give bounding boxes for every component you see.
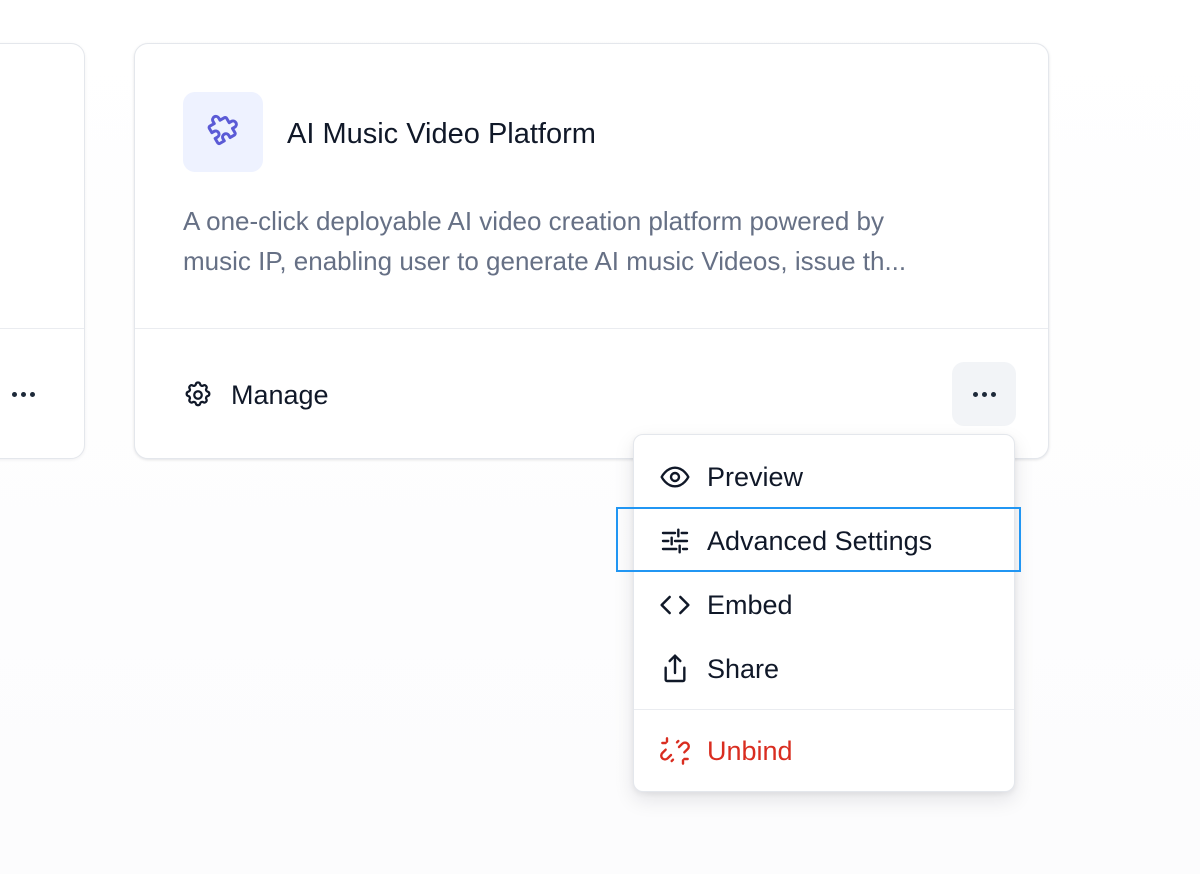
- more-dot: [990, 391, 996, 397]
- menu-item-preview[interactable]: Preview: [634, 445, 1014, 509]
- menu-item-label: Advanced Settings: [707, 525, 933, 556]
- menu-item-label: Preview: [707, 461, 804, 492]
- menu-item-label: Share: [707, 653, 780, 684]
- previous-app-card: [0, 43, 85, 459]
- eye-icon: [658, 460, 692, 494]
- menu-item-share[interactable]: Share: [634, 637, 1014, 701]
- more-options-button[interactable]: [3, 382, 43, 406]
- app-card: AI Music Video Platform A one-click depl…: [134, 43, 1049, 459]
- app-icon: [183, 92, 263, 172]
- manage-label: Manage: [231, 379, 329, 410]
- more-horizontal-icon: [11, 391, 17, 397]
- share-icon: [658, 652, 692, 686]
- more-dot: [29, 391, 35, 397]
- app-actions-menu: Preview Advanced Settings Embed Share Un…: [633, 434, 1015, 792]
- description-line: A one-click deployable AI video creation…: [183, 206, 884, 236]
- code-icon: [658, 588, 692, 622]
- menu-item-advanced-settings[interactable]: Advanced Settings: [634, 509, 1014, 573]
- canvas: AI Music Video Platform A one-click depl…: [0, 0, 1200, 874]
- puzzle-piece-icon: [207, 114, 238, 146]
- card-divider: [0, 328, 84, 329]
- more-options-button[interactable]: [952, 362, 1016, 426]
- card-divider: [135, 328, 1048, 329]
- manage-button[interactable]: Manage: [183, 376, 329, 414]
- unlink-icon: [658, 734, 692, 768]
- menu-item-unbind[interactable]: Unbind: [634, 719, 1014, 783]
- gear-icon: [185, 381, 211, 407]
- more-horizontal-icon: [972, 391, 978, 397]
- app-title: AI Music Video Platform: [287, 118, 596, 150]
- app-description: A one-click deployable AI video creation…: [183, 201, 1003, 281]
- more-dot: [20, 391, 26, 397]
- description-line: music IP, enabling user to generate AI m…: [183, 246, 907, 276]
- more-dot: [981, 391, 987, 397]
- menu-item-label: Unbind: [707, 735, 793, 766]
- menu-item-embed[interactable]: Embed: [634, 573, 1014, 637]
- menu-divider: [634, 709, 1014, 710]
- sliders-icon: [658, 524, 692, 558]
- menu-item-label: Embed: [707, 589, 793, 620]
